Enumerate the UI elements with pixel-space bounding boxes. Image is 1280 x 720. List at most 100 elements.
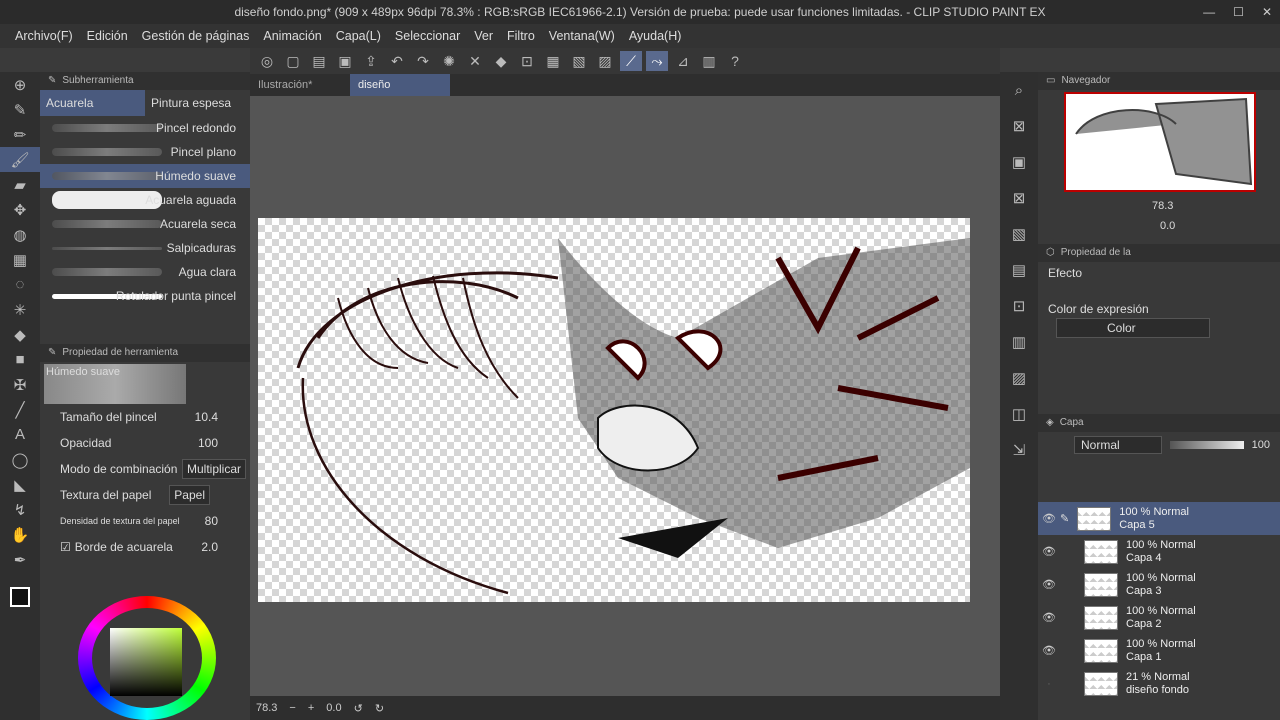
- layer-opacity-value[interactable]: 100: [1252, 439, 1270, 451]
- maximize-button[interactable]: ☐: [1233, 0, 1244, 24]
- expression-color-select[interactable]: Color: [1056, 318, 1210, 338]
- watercolor-edge-value[interactable]: 2.0: [201, 540, 218, 554]
- menu-select[interactable]: Seleccionar: [388, 29, 467, 43]
- blend-mode-row[interactable]: Modo de combinación Multiplicar: [40, 456, 250, 482]
- brush-item[interactable]: Pincel plano: [40, 140, 250, 164]
- item-bank-icon[interactable]: ▨: [1000, 360, 1038, 396]
- hand-tool-icon[interactable]: ✋: [0, 522, 40, 547]
- snap-ruler-icon[interactable]: ⟋: [620, 51, 642, 71]
- angle-readout[interactable]: 0.0: [326, 702, 341, 714]
- brush-item[interactable]: Salpicaduras: [40, 236, 250, 260]
- texture-density-row[interactable]: Densidad de textura del papel 80: [40, 508, 250, 534]
- eye-icon[interactable]: ·: [1038, 678, 1060, 690]
- brush-tool-icon[interactable]: 🖌: [0, 147, 40, 172]
- zoom-tool-icon[interactable]: ⊕: [0, 72, 40, 97]
- layer-row[interactable]: · 21 % Normal diseño fondo: [1038, 667, 1280, 700]
- menu-layer[interactable]: Capa(L): [329, 29, 388, 43]
- color-wheel[interactable]: [78, 596, 216, 720]
- brush-item[interactable]: Acuarela seca: [40, 212, 250, 236]
- animation-icon[interactable]: ▤: [1000, 252, 1038, 288]
- show-selection-icon[interactable]: ▨: [594, 51, 616, 71]
- material-icon[interactable]: ⊠: [1000, 108, 1038, 144]
- quick-access-icon[interactable]: ⇲: [1000, 432, 1038, 468]
- save-icon[interactable]: ▣: [334, 51, 356, 71]
- new-file-icon[interactable]: ▢: [282, 51, 304, 71]
- menu-edit[interactable]: Edición: [80, 29, 135, 43]
- navigator-angle[interactable]: 0.0: [1160, 220, 1175, 232]
- text-tool-icon[interactable]: A: [0, 422, 40, 447]
- navigator-zoom[interactable]: 78.3: [1152, 200, 1173, 212]
- paper-texture-select[interactable]: Papel: [169, 485, 210, 505]
- operation-tool-icon[interactable]: ✠: [0, 372, 40, 397]
- figure-tool-icon[interactable]: ╱: [0, 397, 40, 422]
- layer-opacity-slider[interactable]: [1169, 441, 1244, 449]
- fill-icon[interactable]: ◆: [490, 51, 512, 71]
- invert-selection-icon[interactable]: ▧: [568, 51, 590, 71]
- brush-item-selected[interactable]: Húmedo suave: [40, 164, 250, 188]
- redo-icon[interactable]: ↷: [412, 51, 434, 71]
- color-swatch-icon[interactable]: [0, 572, 40, 622]
- layer-row[interactable]: 👁 ✎ 100 % Normal Capa 5: [1038, 502, 1280, 535]
- fill-tool-icon[interactable]: ◆: [0, 322, 40, 347]
- clip-studio-icon[interactable]: ◎: [256, 51, 278, 71]
- watercolor-edge-row[interactable]: ☑ Borde de acuarela 2.0: [40, 534, 250, 560]
- layer-row[interactable]: 👁 100 % Normal Capa 1: [1038, 634, 1280, 667]
- eye-icon[interactable]: 👁: [1038, 578, 1060, 591]
- eye-icon[interactable]: 👁: [1038, 545, 1060, 558]
- transform-icon[interactable]: ⊡: [516, 51, 538, 71]
- decoration-tool-icon[interactable]: ▦: [0, 247, 40, 272]
- frame-tool-icon[interactable]: ◣: [0, 472, 40, 497]
- tab-ilustracion[interactable]: Ilustración*: [250, 74, 350, 96]
- snap-special-ruler-icon[interactable]: ⤳: [646, 51, 668, 71]
- magic-wand-icon[interactable]: ✳: [0, 297, 40, 322]
- correction-tool-icon[interactable]: ↯: [0, 497, 40, 522]
- close-button[interactable]: ✕: [1262, 0, 1272, 24]
- menu-file[interactable]: Archivo(F): [8, 29, 80, 43]
- menu-filter[interactable]: Filtro: [500, 29, 542, 43]
- pencil-tool-icon[interactable]: ✏: [0, 122, 40, 147]
- pen-tool-icon[interactable]: ✎: [0, 97, 40, 122]
- tab-diseno-fondo[interactable]: diseño fondo.png*: [350, 74, 450, 113]
- zoom-out-icon[interactable]: −: [289, 702, 295, 714]
- search-icon[interactable]: ⌕: [1000, 72, 1038, 108]
- blend-mode-select[interactable]: Multiplicar: [181, 459, 246, 479]
- help-icon[interactable]: ?: [724, 51, 746, 71]
- eye-icon[interactable]: 👁: [1038, 611, 1060, 624]
- clear-icon[interactable]: ✕: [464, 51, 486, 71]
- deselect-icon[interactable]: ▦: [542, 51, 564, 71]
- auto-action-icon[interactable]: ◫: [1000, 396, 1038, 432]
- rotate-right-icon[interactable]: ↻: [375, 702, 384, 715]
- balloon-tool-icon[interactable]: ◯: [0, 447, 40, 472]
- layer-blend-select[interactable]: Normal: [1074, 436, 1162, 454]
- paper-texture-row[interactable]: Textura del papel Papel: [40, 482, 250, 508]
- color-square[interactable]: [110, 628, 182, 696]
- blend-tool-icon[interactable]: ◍: [0, 222, 40, 247]
- eyedropper-tool-icon[interactable]: ✒: [0, 547, 40, 572]
- minimize-button[interactable]: —: [1203, 0, 1215, 24]
- loading-icon[interactable]: ✺: [438, 51, 460, 71]
- history-icon[interactable]: ▣: [1000, 144, 1038, 180]
- layer-row[interactable]: 👁 100 % Normal Capa 3: [1038, 568, 1280, 601]
- move-tool-icon[interactable]: ✥: [0, 197, 40, 222]
- opacity-value[interactable]: 100: [198, 436, 218, 450]
- undo-icon[interactable]: ↶: [386, 51, 408, 71]
- menu-view[interactable]: Ver: [467, 29, 500, 43]
- watercolor-edge-checkbox[interactable]: ☑: [60, 540, 71, 554]
- menu-help[interactable]: Ayuda(H): [622, 29, 689, 43]
- layer-search-icon[interactable]: ▧: [1000, 216, 1038, 252]
- opacity-row[interactable]: Opacidad 100: [40, 430, 250, 456]
- timeline-icon[interactable]: ▥: [1000, 324, 1038, 360]
- tab-acuarela[interactable]: Acuarela: [40, 90, 145, 116]
- texture-density-value[interactable]: 80: [205, 514, 218, 528]
- zoom-in-icon[interactable]: +: [308, 702, 314, 714]
- sub-view-icon[interactable]: ⊡: [1000, 288, 1038, 324]
- export-icon[interactable]: ⇪: [360, 51, 382, 71]
- brush-item[interactable]: Pincel redondo: [40, 116, 250, 140]
- zoom-readout[interactable]: 78.3: [256, 702, 277, 714]
- menu-animation[interactable]: Animación: [256, 29, 328, 43]
- layer-row[interactable]: 👁 100 % Normal Capa 4: [1038, 535, 1280, 568]
- open-file-icon[interactable]: ▤: [308, 51, 330, 71]
- brush-item[interactable]: Rotulador punta pincel: [40, 284, 250, 308]
- rotate-left-icon[interactable]: ↺: [354, 702, 363, 715]
- menu-window[interactable]: Ventana(W): [542, 29, 622, 43]
